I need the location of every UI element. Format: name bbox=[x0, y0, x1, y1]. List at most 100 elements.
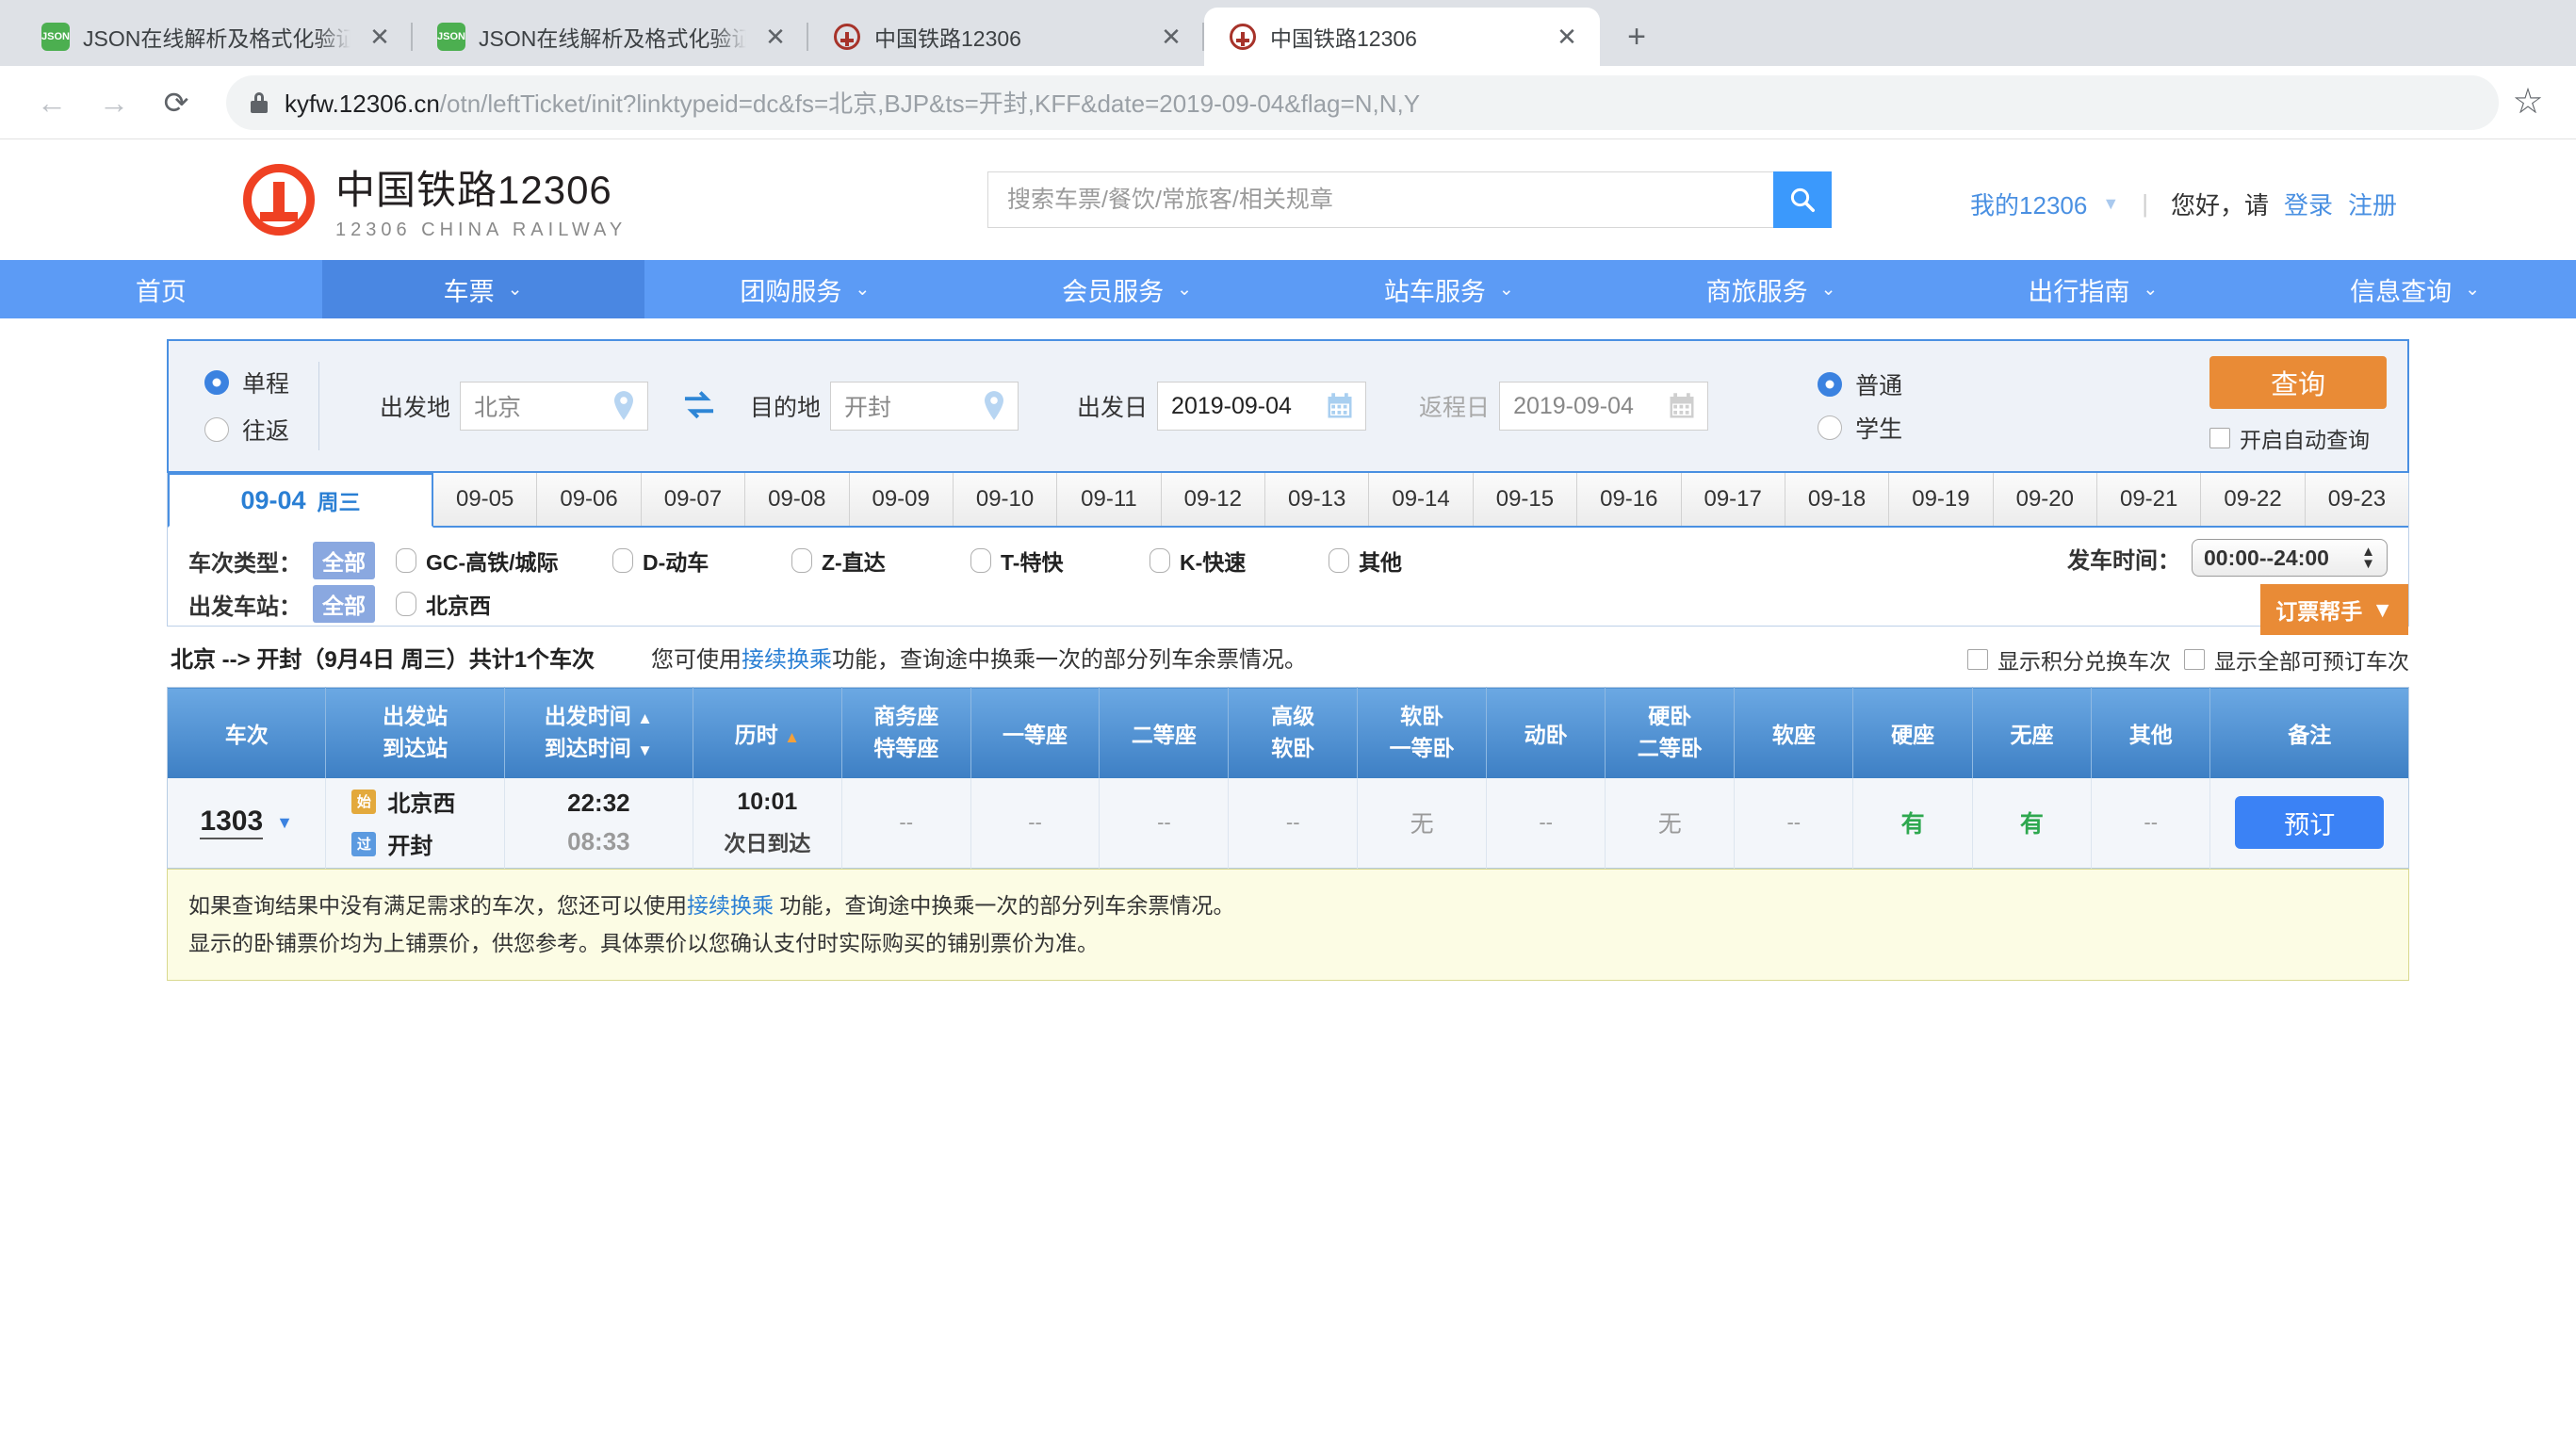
date-tab-0909[interactable]: 09-09 bbox=[849, 473, 954, 526]
tab-close-button[interactable]: ✕ bbox=[1155, 21, 1187, 53]
nav-item-info-query[interactable]: 信息查询 ⌄ bbox=[2254, 260, 2576, 318]
nav-item-member[interactable]: 会员服务 ⌄ bbox=[966, 260, 1288, 318]
departure-station-all-pill[interactable]: 全部 bbox=[313, 585, 375, 623]
date-tab-0911[interactable]: 09-11 bbox=[1057, 473, 1162, 526]
col-times[interactable]: 出发时间 ▲ 到达时间 ▼ bbox=[504, 687, 693, 778]
train-number[interactable]: 1303 bbox=[200, 806, 264, 840]
train-type-all-pill[interactable]: 全部 bbox=[313, 542, 375, 579]
browser-tab-2[interactable]: JSON JSON在线解析及格式化验证 - J ✕ bbox=[413, 8, 808, 66]
browser-tab-1[interactable]: JSON JSON在线解析及格式化验证 - J ✕ bbox=[17, 8, 413, 66]
nav-item-tickets[interactable]: 车票 ⌄ bbox=[321, 260, 644, 318]
notice-transfer-link[interactable]: 接续换乘 bbox=[687, 893, 774, 918]
chevron-down-icon[interactable]: ▼ bbox=[276, 813, 293, 833]
sort-asc-icon[interactable]: ▲ bbox=[637, 709, 653, 728]
filter-station-checkbox[interactable] bbox=[396, 592, 416, 616]
origin-input[interactable] bbox=[472, 383, 612, 430]
query-button[interactable]: 查询 bbox=[2209, 356, 2387, 409]
date-tab-0907[interactable]: 09-07 bbox=[641, 473, 746, 526]
date-tab-0923[interactable]: 09-23 bbox=[2305, 473, 2409, 526]
filter-t[interactable]: T-特快 bbox=[970, 545, 1149, 577]
radio-normal-indicator[interactable] bbox=[1818, 372, 1843, 397]
nav-item-group-buy[interactable]: 团购服务 ⌄ bbox=[644, 260, 967, 318]
radio-oneway-indicator[interactable] bbox=[204, 370, 229, 395]
nav-item-station-service[interactable]: 站车服务 ⌄ bbox=[1288, 260, 1610, 318]
radio-roundtrip[interactable]: 往返 bbox=[204, 413, 318, 447]
calendar-icon[interactable] bbox=[1668, 392, 1696, 420]
tab-close-button[interactable]: ✕ bbox=[759, 21, 791, 53]
auto-query-toggle[interactable]: 开启自动查询 bbox=[2209, 422, 2370, 454]
date-tab-0915[interactable]: 09-15 bbox=[1473, 473, 1578, 526]
register-link[interactable]: 注册 bbox=[2348, 187, 2397, 221]
calendar-icon[interactable] bbox=[1326, 392, 1354, 420]
chevron-down-icon[interactable]: ▼ bbox=[2102, 194, 2119, 214]
nav-item-business-travel[interactable]: 商旅服务 ⌄ bbox=[1610, 260, 1932, 318]
book-button[interactable]: 预订 bbox=[2235, 796, 2385, 850]
browser-tab-4-active[interactable]: 中国铁路12306 ✕ bbox=[1204, 8, 1600, 66]
col-duration[interactable]: 历时 ▲ bbox=[693, 687, 842, 778]
date-tab-0920[interactable]: 09-20 bbox=[1993, 473, 2097, 526]
filter-z-checkbox[interactable] bbox=[791, 548, 812, 573]
reload-icon[interactable]: ⟳ bbox=[147, 73, 205, 132]
filter-k-checkbox[interactable] bbox=[1149, 548, 1170, 573]
depart-date-input-wrapper[interactable] bbox=[1157, 382, 1367, 431]
date-tab-0906[interactable]: 09-06 bbox=[537, 473, 642, 526]
nav-item-home[interactable]: 首页 bbox=[0, 260, 322, 318]
date-tab-0921[interactable]: 09-21 bbox=[2097, 473, 2202, 526]
location-pin-icon[interactable] bbox=[982, 390, 1006, 422]
date-tab-0918[interactable]: 09-18 bbox=[1785, 473, 1890, 526]
date-tab-0912[interactable]: 09-12 bbox=[1161, 473, 1265, 526]
date-tab-0908[interactable]: 09-08 bbox=[745, 473, 850, 526]
stepper-arrows-icon[interactable]: ▲ ▼ bbox=[2361, 545, 2375, 571]
date-tab-0914[interactable]: 09-14 bbox=[1369, 473, 1474, 526]
radio-oneway[interactable]: 单程 bbox=[204, 366, 318, 399]
transfer-link[interactable]: 接续换乘 bbox=[742, 647, 832, 673]
location-pin-icon[interactable] bbox=[611, 390, 636, 422]
date-tab-0919[interactable]: 09-19 bbox=[1889, 473, 1994, 526]
filter-z[interactable]: Z-直达 bbox=[791, 545, 970, 577]
date-tab-0910[interactable]: 09-10 bbox=[953, 473, 1058, 526]
show-all-checkbox[interactable] bbox=[2184, 649, 2205, 670]
filter-d[interactable]: D-动车 bbox=[612, 545, 791, 577]
my-account-link[interactable]: 我的12306 bbox=[1970, 187, 2087, 221]
sort-active-icon[interactable]: ▲ bbox=[784, 728, 800, 746]
filter-other[interactable]: 其他 bbox=[1329, 545, 1402, 577]
tab-close-button[interactable]: ✕ bbox=[1551, 21, 1583, 53]
date-tab-0905[interactable]: 09-05 bbox=[433, 473, 538, 526]
table-row[interactable]: 1303 ▼ 始 北京西 过 开封 22:32 08:33 10:01 次日到达… bbox=[167, 777, 2409, 869]
site-logo[interactable]: 中国铁路12306 12306 CHINA RAILWAY bbox=[243, 158, 627, 241]
filter-d-checkbox[interactable] bbox=[612, 548, 633, 573]
tab-close-button[interactable]: ✕ bbox=[364, 21, 396, 53]
depart-date-input[interactable] bbox=[1169, 383, 1327, 430]
destination-input[interactable] bbox=[842, 383, 983, 430]
nav-item-travel-guide[interactable]: 出行指南 ⌄ bbox=[1932, 260, 2255, 318]
origin-input-wrapper[interactable] bbox=[460, 382, 649, 431]
auto-query-checkbox[interactable] bbox=[2209, 428, 2230, 448]
login-link[interactable]: 登录 bbox=[2284, 187, 2333, 221]
filter-k[interactable]: K-快速 bbox=[1149, 545, 1329, 577]
return-date-input-wrapper[interactable] bbox=[1499, 382, 1709, 431]
search-input[interactable] bbox=[987, 171, 1773, 228]
cell-train-no[interactable]: 1303 ▼ bbox=[167, 777, 327, 869]
bookmark-star-icon[interactable]: ☆ bbox=[2503, 77, 2553, 128]
destination-input-wrapper[interactable] bbox=[830, 382, 1019, 431]
radio-normal-passenger[interactable]: 普通 bbox=[1818, 367, 1902, 401]
filter-gc-checkbox[interactable] bbox=[396, 548, 416, 573]
filter-t-checkbox[interactable] bbox=[970, 548, 991, 573]
return-date-input[interactable] bbox=[1511, 383, 1669, 430]
filter-other-checkbox[interactable] bbox=[1329, 548, 1349, 573]
back-icon[interactable]: ← bbox=[23, 73, 81, 132]
date-tab-selected[interactable]: 09-04 周三 bbox=[168, 473, 433, 528]
date-tab-0916[interactable]: 09-16 bbox=[1577, 473, 1682, 526]
forward-icon[interactable]: → bbox=[85, 73, 143, 132]
sort-desc-icon[interactable]: ▼ bbox=[637, 741, 653, 759]
filter-gc[interactable]: GC-高铁/城际 bbox=[396, 545, 612, 577]
col-stations[interactable]: 出发站 到达站 bbox=[325, 687, 505, 778]
search-button[interactable] bbox=[1773, 171, 1832, 228]
show-points-exchange-toggle[interactable]: 显示积分兑换车次 bbox=[1967, 643, 2171, 676]
radio-student-passenger[interactable]: 学生 bbox=[1818, 411, 1902, 445]
show-points-checkbox[interactable] bbox=[1967, 649, 1988, 670]
filter-station-beijingxi[interactable]: 北京西 bbox=[396, 588, 491, 620]
departure-time-select[interactable]: 00:00--24:00 ▲ ▼ bbox=[2192, 539, 2388, 577]
col-train-no[interactable]: 车次 bbox=[167, 687, 327, 778]
date-tab-0913[interactable]: 09-13 bbox=[1265, 473, 1370, 526]
